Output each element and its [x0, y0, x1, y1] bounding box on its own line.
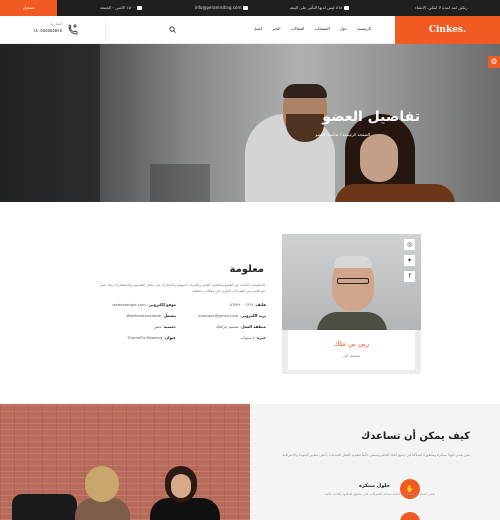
header-divider — [105, 20, 106, 42]
member-photo-shirt — [317, 312, 387, 330]
clock-icon — [137, 6, 143, 10]
member-card: ◎ ✦ f ربي بي ملك مصمم أول — [282, 234, 421, 374]
nav-item-blog[interactable]: المقالات — [290, 26, 304, 34]
info-title: معلومة — [229, 264, 264, 275]
service-icon-2 — [400, 512, 420, 520]
top-bar: تسجيل ١٥٠٠ الاثنين - الجمعة info@peramis… — [0, 0, 500, 16]
info-description: المعلومات العامة عن العضو وتفاصيل العمل … — [99, 283, 265, 293]
hours-info: ١٥٠٠ الاثنين - الجمعة — [100, 0, 143, 16]
nav-item-about[interactable]: حول — [340, 26, 347, 34]
member-socials: ◎ ✦ f — [404, 239, 415, 287]
help-content: كيف يمكن أن تساعدك نحن نقدم حلولاً مبتكر… — [250, 404, 500, 520]
nav-item-home[interactable]: الرئيسية — [357, 26, 371, 34]
member-photo-glasses — [337, 278, 369, 284]
mail-icon — [243, 6, 249, 10]
page-title: تفاصيل العضو — [322, 109, 420, 125]
detail-work-area: منطقة العمل: تصميم جرافيك — [215, 324, 266, 329]
member-namebox: ربي بي ملك مصمم أول — [288, 330, 415, 370]
phone-icon — [68, 24, 78, 35]
gear-icon[interactable]: ⚙ — [488, 56, 500, 68]
detail-website[interactable]: موقع إلكتروني: webexample.com — [88, 302, 176, 307]
hero-overlay — [0, 44, 500, 202]
login-button[interactable]: تسجيل — [0, 0, 57, 16]
brand-logo[interactable]: Cinkes. — [395, 16, 500, 44]
notice-info: ربكين لمد لمدة لا انتكي، الانتقاء — [415, 5, 468, 10]
phone-label: اتصل بنا — [50, 22, 62, 26]
instagram-icon[interactable]: ◎ — [404, 239, 415, 250]
email-info[interactable]: info@peramisiting.com — [195, 0, 249, 16]
phone-contact[interactable]: اتصل بنا ١٨٠٥٥٥٥٥٥٥٢٥ — [30, 21, 80, 39]
detail-experience: خبرة: ٨ سنوات — [240, 335, 266, 340]
location-icon — [344, 6, 350, 10]
member-name: ربي بي ملك — [333, 340, 370, 348]
breadcrumb[interactable]: الصفحة الرئيسية / تفاصيل العضو — [315, 132, 370, 137]
member-details: هاتف: ٠١٢٣٤ ٥٦٧٨٩٠ موقع إلكتروني: webexa… — [90, 302, 266, 347]
service-title: حلول مبتكرة — [358, 483, 390, 489]
member-photo-hair — [334, 256, 372, 268]
member-photo — [282, 234, 421, 330]
nav-item-pages[interactable]: الصفحات — [314, 26, 329, 34]
help-section: كيف يمكن أن تساعدك نحن نقدم حلولاً مبتكر… — [0, 404, 500, 520]
service-description: نقدم خدمات استشارية متكاملة تساعد الشركا… — [324, 492, 435, 496]
detail-nationality: جنسية: مصر — [154, 324, 176, 329]
help-image-chair — [12, 494, 77, 520]
detail-email[interactable]: بريد الكتروني: example@gmail.com — [178, 313, 266, 318]
main-nav: الرئيسية حول الصفحات المقالات الخبر اتصل — [191, 26, 371, 34]
phone-number[interactable]: ١٨٠٥٥٥٥٥٥٥٢٥ — [33, 29, 62, 34]
nav-item-news[interactable]: الخبر — [272, 26, 280, 34]
help-image-person2-face — [171, 474, 191, 498]
twitter-icon[interactable]: ✦ — [404, 255, 415, 266]
facebook-icon[interactable]: f — [404, 271, 415, 282]
search-icon[interactable] — [169, 26, 176, 33]
hero-banner: تفاصيل العضو الصفحة الرئيسية / تفاصيل ال… — [0, 44, 500, 202]
nav-item-contact[interactable]: اتصل — [253, 26, 262, 34]
help-description: نحن نقدم حلولاً مبتكرة ومتطورة لعملائنا … — [281, 453, 470, 457]
help-title: كيف يمكن أن تساعدك — [361, 431, 470, 442]
help-image-person1-head — [85, 466, 119, 502]
detail-address: عنوان: ThemePix Reading — [127, 335, 176, 340]
address-info: ٥٦٨ ليس لديها التأثير على البيئة — [290, 0, 350, 16]
help-image — [0, 404, 250, 520]
detail-phone: هاتف: ٠١٢٣٤ ٥٦٧٨٩٠ — [229, 302, 266, 307]
member-role: مصمم أول — [342, 353, 361, 358]
detail-works: يشتغل: Webfountexample — [126, 313, 176, 318]
member-section: ◎ ✦ f ربي بي ملك مصمم أول معلومة المعلوم… — [0, 202, 500, 404]
